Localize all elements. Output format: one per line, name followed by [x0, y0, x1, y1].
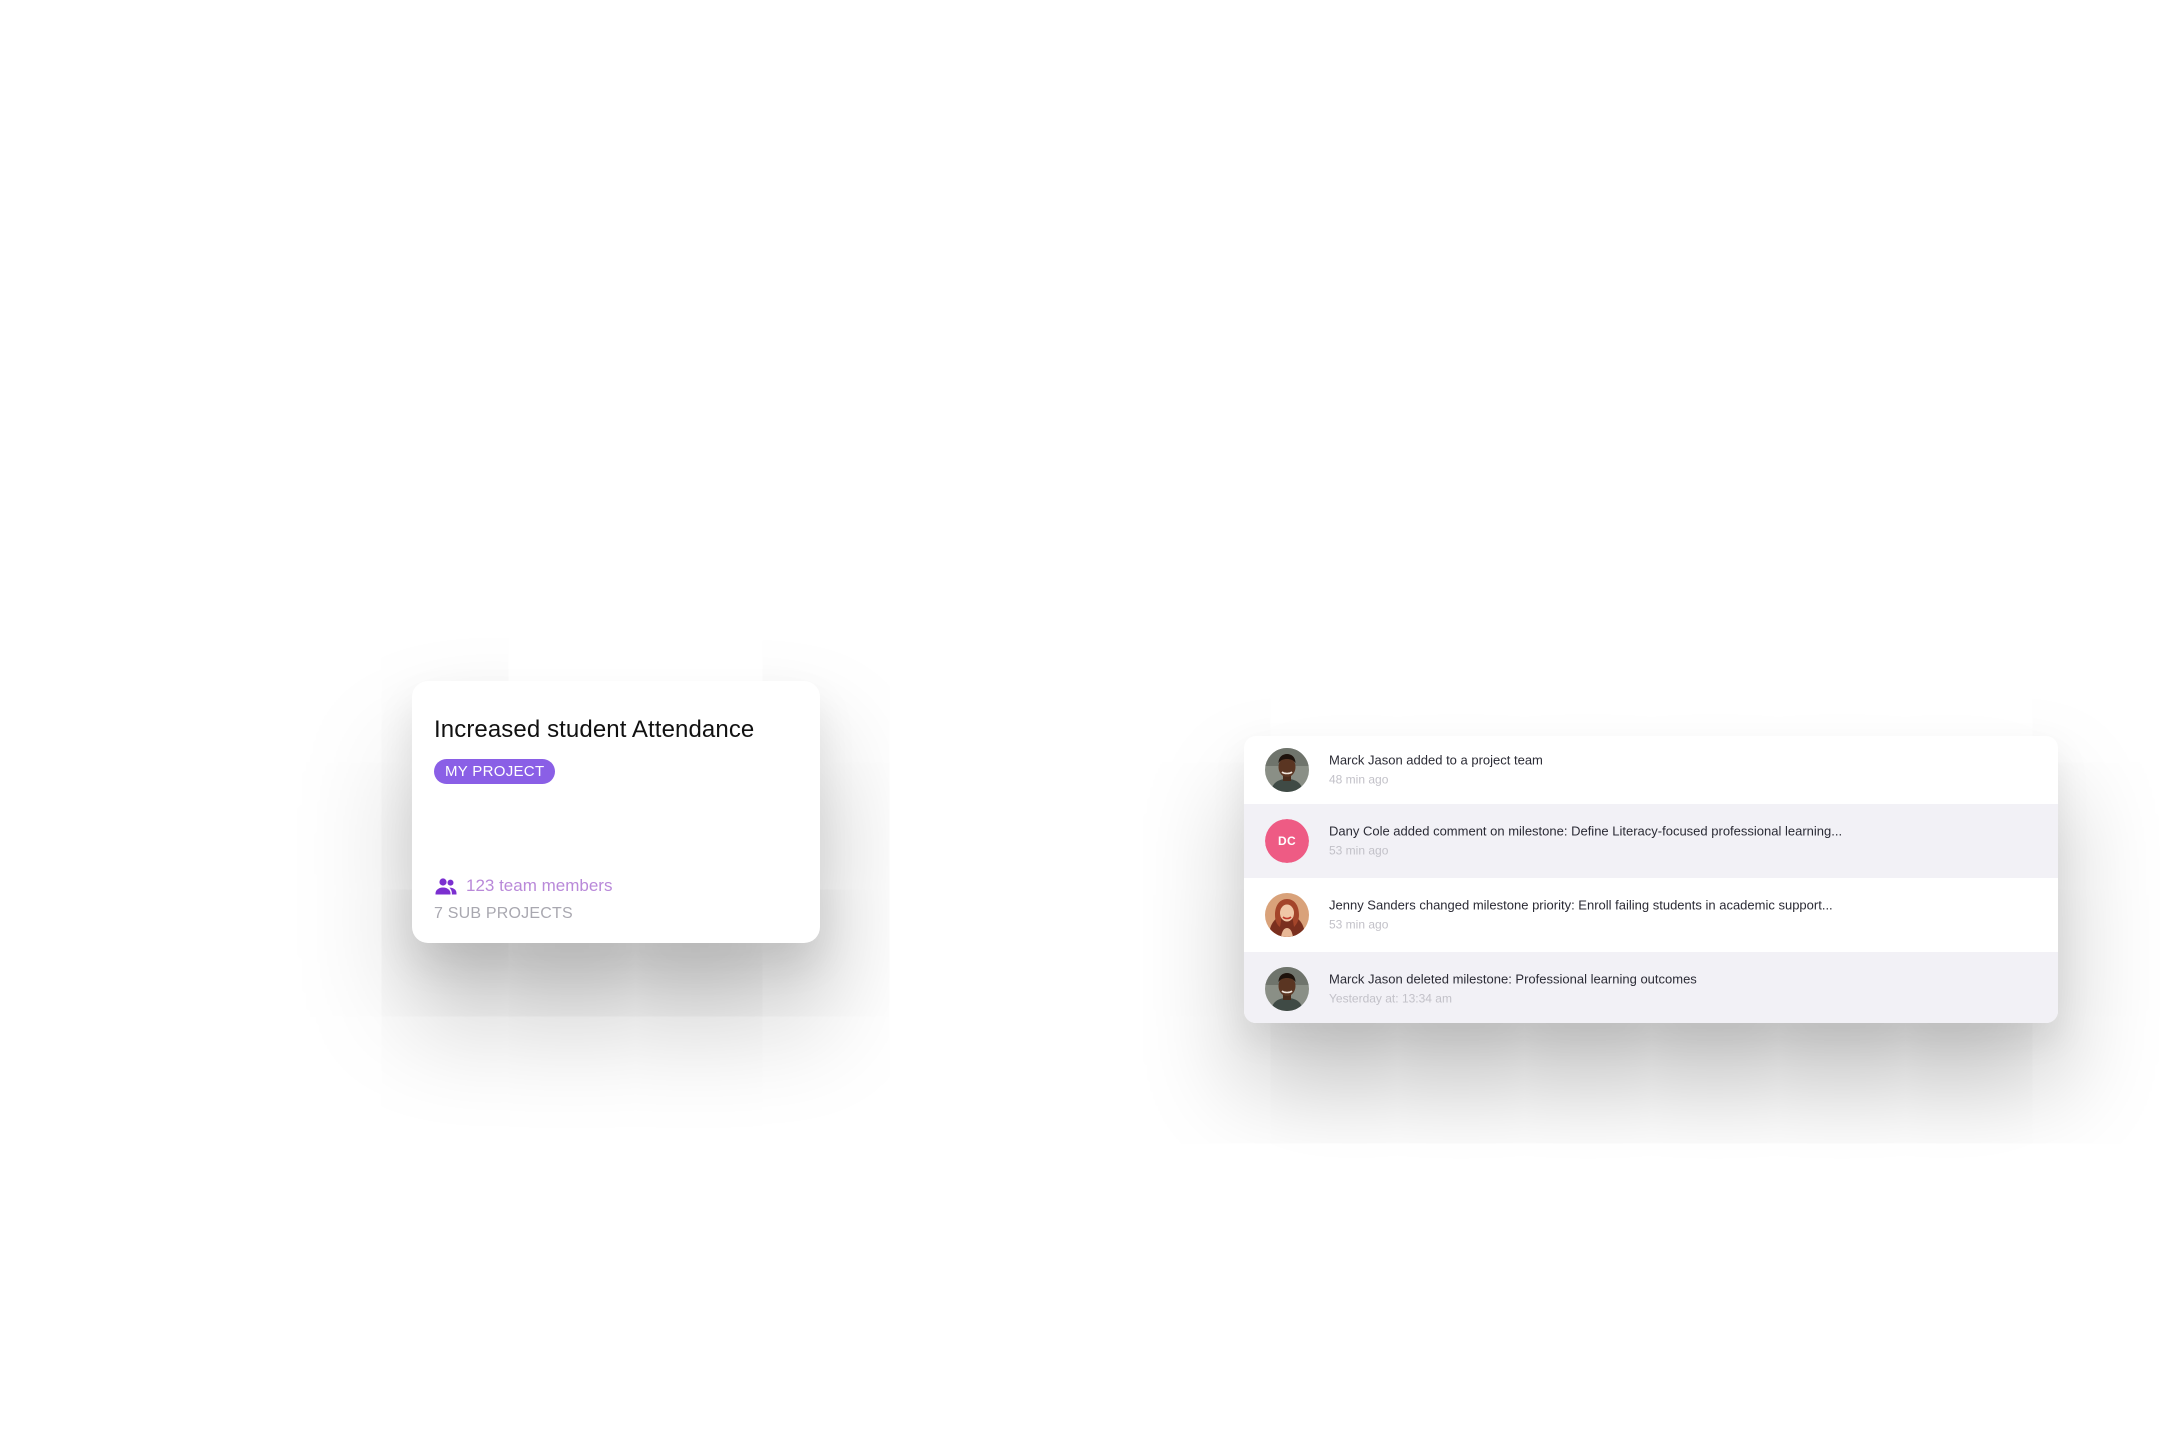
activity-feed: Marck Jason added to a project team 48 m…	[1244, 736, 2058, 1023]
activity-item[interactable]: Jenny Sanders changed milestone priority…	[1244, 878, 2058, 952]
activity-time: Yesterday at: 13:34 am	[1329, 991, 1452, 1006]
people-icon	[434, 874, 458, 898]
activity-item[interactable]: Marck Jason deleted milestone: Professio…	[1244, 952, 2058, 1023]
team-members-count: 123 team members	[466, 876, 613, 895]
avatar	[1265, 893, 1309, 937]
activity-time: 48 min ago	[1329, 772, 1389, 787]
project-title[interactable]: Increased student Attendance	[434, 715, 798, 745]
team-members-link[interactable]: 123 team members	[434, 874, 612, 898]
project-card[interactable]: Increased student Attendance MY PROJECT …	[412, 681, 820, 943]
avatar	[1265, 967, 1309, 1011]
activity-message: Marck Jason added to a project team	[1329, 752, 1543, 768]
my-project-badge[interactable]: MY PROJECT	[434, 759, 556, 784]
activity-time: 53 min ago	[1329, 917, 1389, 932]
activity-text: Dany Cole added comment on milestone: De…	[1329, 823, 1842, 860]
activity-message: Dany Cole added comment on milestone: De…	[1329, 823, 1843, 839]
activity-item[interactable]: Marck Jason added to a project team 48 m…	[1244, 736, 2058, 804]
avatar-initials: DC	[1265, 819, 1309, 863]
activity-text: Marck Jason added to a project team 48 m…	[1329, 752, 1543, 789]
activity-text: Marck Jason deleted milestone: Professio…	[1329, 971, 1697, 1008]
sub-projects-count[interactable]: 7 SUB PROJECTS	[434, 905, 573, 923]
activity-text: Jenny Sanders changed milestone priority…	[1329, 897, 1833, 934]
activity-item[interactable]: DC Dany Cole added comment on milestone:…	[1244, 804, 2058, 878]
activity-time: 53 min ago	[1329, 843, 1389, 858]
activity-message: Jenny Sanders changed milestone priority…	[1329, 897, 1833, 913]
avatar: DC	[1265, 819, 1309, 863]
avatar	[1265, 748, 1309, 792]
activity-message: Marck Jason deleted milestone: Professio…	[1329, 971, 1697, 987]
